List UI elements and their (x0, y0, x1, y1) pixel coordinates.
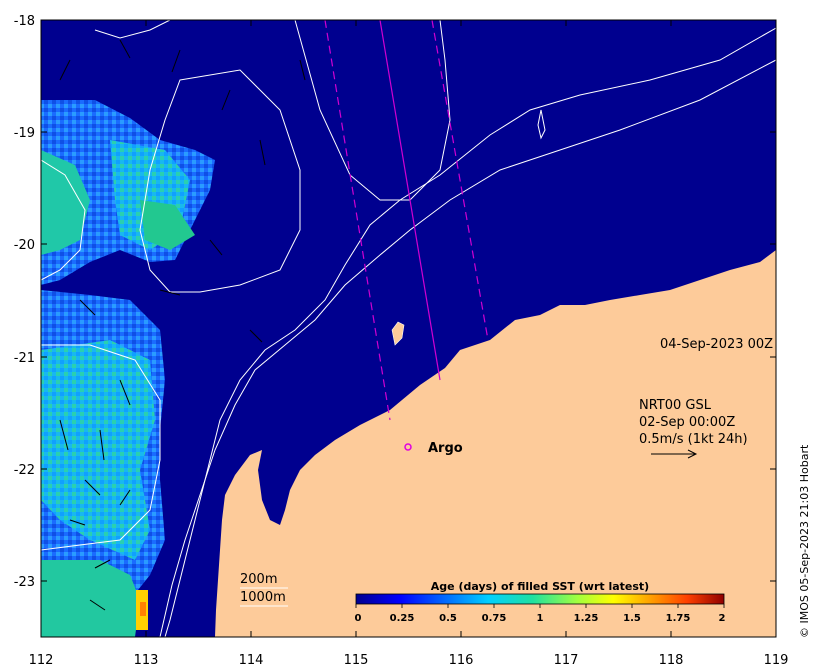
x-tick-label: 118 (659, 653, 684, 668)
x-tick-label: 117 (554, 653, 579, 668)
x-tick-label: 112 (29, 653, 54, 668)
colorbar-tick-label: 0 (355, 613, 362, 624)
date-label: 04-Sep-2023 00Z (660, 337, 773, 352)
sst-fill-patch-orange (140, 602, 146, 616)
current-legend-line3: 0.5m/s (1kt 24h) (639, 432, 748, 447)
x-tick-label: 115 (344, 653, 369, 668)
colorbar-tick-label: 1.75 (666, 613, 691, 624)
contour-legend-200m: 200m (240, 572, 277, 587)
y-tick-label: -20 (14, 238, 35, 253)
colorbar-tick-label: 1 (537, 613, 544, 624)
colorbar-tick-label: 2 (719, 613, 726, 624)
y-tick-label: -18 (14, 14, 35, 29)
colorbar-tick-label: 1.5 (623, 613, 641, 624)
contour-legend-1000m: 1000m (240, 590, 286, 605)
y-tick-label: -23 (14, 575, 35, 590)
x-tick-label: 116 (449, 653, 474, 668)
current-legend-line1: NRT00 GSL (639, 398, 712, 413)
colorbar-gradient (355, 593, 725, 605)
colorbar-tick-label: 0.25 (390, 613, 415, 624)
colorbar-title: Age (days) of filled SST (wrt latest) (431, 580, 649, 593)
plot-area (41, 20, 776, 637)
x-tick-label: 114 (239, 653, 264, 668)
current-legend-line2: 02-Sep 00:00Z (639, 415, 735, 430)
sst-age-map: 112 113 114 115 116 117 118 119 -18 -19 … (14, 14, 789, 668)
colorbar-tick-label: 1.25 (574, 613, 599, 624)
colorbar-tick-label: 0.75 (482, 613, 507, 624)
x-tick-label: 113 (134, 653, 159, 668)
x-tick-label: 119 (764, 653, 789, 668)
argo-label: Argo (428, 441, 463, 456)
colorbar-tick-label: 0.5 (439, 613, 457, 624)
y-tick-label: -22 (14, 463, 35, 478)
y-tick-label: -19 (14, 126, 35, 141)
y-tick-label: -21 (14, 351, 35, 366)
copyright-notice: © IMOS 05-Sep-2023 21:03 Hobart (798, 444, 811, 638)
